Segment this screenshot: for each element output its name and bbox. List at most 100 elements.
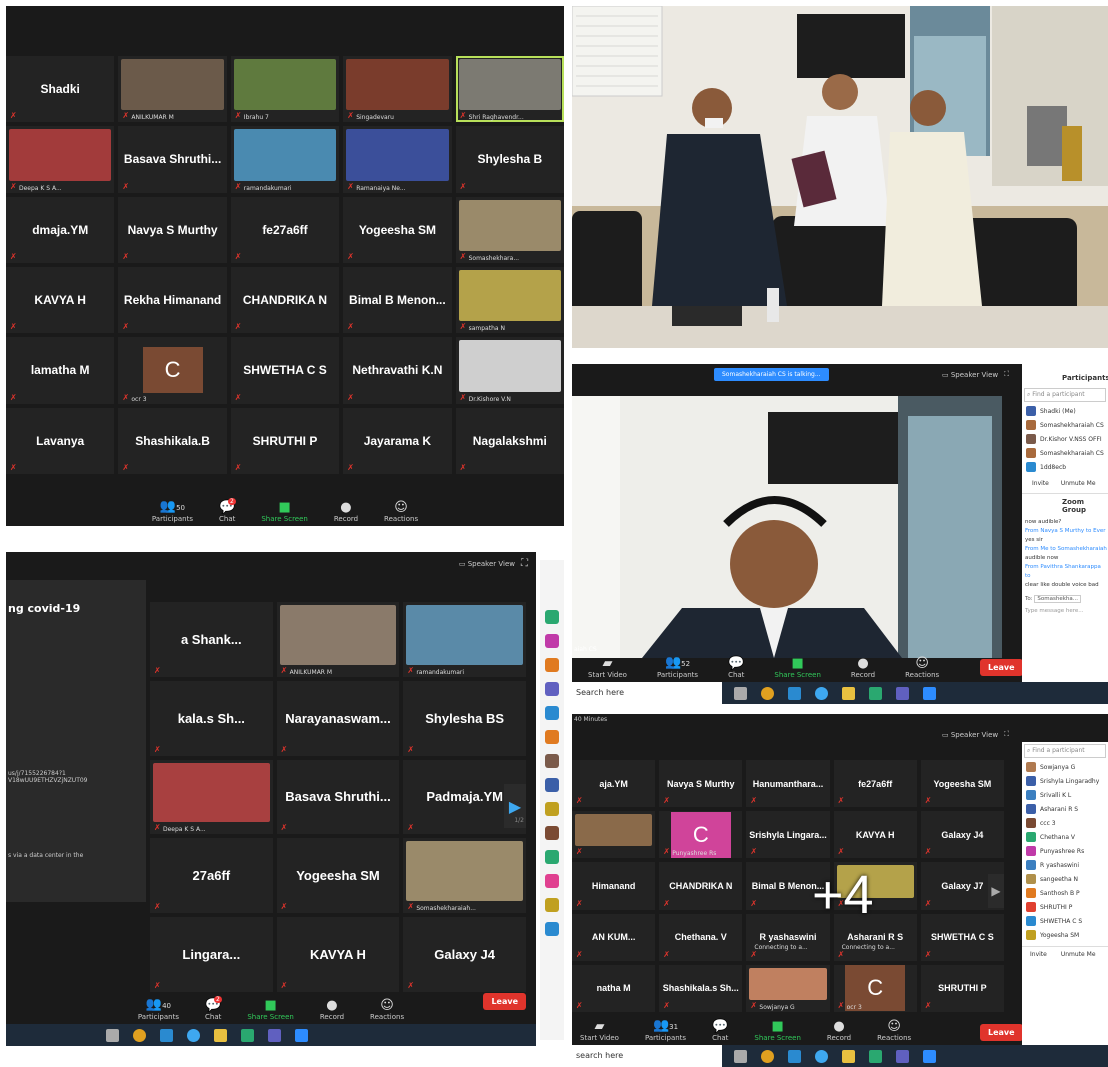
- participant-row[interactable]: R yashaswini: [1022, 858, 1108, 872]
- app-icon[interactable]: [545, 826, 559, 840]
- participant-tile[interactable]: Navya S Murthy ✗: [118, 196, 227, 263]
- share-screen-button[interactable]: ■ Share Screen: [247, 999, 294, 1022]
- participant-tile[interactable]: AN KUM... ✗: [572, 913, 656, 961]
- participant-tile[interactable]: Rekha Himanand ✗: [118, 267, 227, 334]
- participant-tile[interactable]: Yogeesha SM ✗: [920, 760, 1004, 808]
- invite-button[interactable]: Invite: [1032, 480, 1049, 487]
- chrome-icon[interactable]: [761, 1049, 774, 1063]
- reactions-button[interactable]: ☺ Reactions: [905, 657, 939, 680]
- participant-tile[interactable]: CHANDRIKA N ✗: [659, 862, 743, 910]
- start-video-button[interactable]: ▰ Start Video: [580, 1020, 619, 1043]
- share-screen-button[interactable]: ■ Share Screen: [754, 1020, 801, 1043]
- participant-tile[interactable]: ✗ Somashekharaiah...: [403, 838, 526, 914]
- app-icon[interactable]: [545, 850, 559, 864]
- share-screen-button[interactable]: ■ Share Screen: [261, 501, 308, 524]
- participant-tile[interactable]: ✗ Ramanaiya Ne...: [343, 126, 452, 193]
- speaker-view-button[interactable]: ▭ Speaker View: [942, 371, 998, 379]
- participant-tile[interactable]: Nethravathi K.N ✗: [343, 337, 452, 404]
- participant-tile[interactable]: Navya S Murthy ✗: [659, 760, 743, 808]
- participant-tile[interactable]: SHRUTHI P ✗: [920, 964, 1004, 1012]
- app-icon[interactable]: [545, 610, 559, 624]
- participant-tile[interactable]: ✗ Somashekhara...: [455, 196, 564, 263]
- participant-row[interactable]: Sowjanya G: [1022, 760, 1108, 774]
- participant-tile[interactable]: kala.s Sh... ✗: [150, 680, 273, 756]
- participant-row[interactable]: ccc 3: [1022, 816, 1108, 830]
- participant-tile[interactable]: C ✗ Punyashree Rs: [659, 811, 743, 859]
- invite-button[interactable]: Invite: [1030, 951, 1047, 958]
- unmute-button[interactable]: Unmute Me: [1061, 951, 1096, 958]
- taskbar-search-input[interactable]: Search here: [572, 682, 722, 704]
- store-icon[interactable]: [160, 1028, 173, 1042]
- reactions-button[interactable]: ☺ Reactions: [370, 999, 404, 1022]
- app-icon[interactable]: [545, 730, 559, 744]
- next-page-arrow[interactable]: ▶: [988, 874, 1004, 908]
- folder-icon[interactable]: [214, 1028, 227, 1042]
- participant-tile[interactable]: SHWETHA C S ✗: [920, 913, 1004, 961]
- participant-tile[interactable]: ✗ Ibrahu 7: [230, 56, 340, 123]
- participant-tile[interactable]: Bimal B Menon... ✗: [343, 267, 452, 334]
- participants-button[interactable]: 👥52 Participants: [657, 656, 698, 680]
- chat-button[interactable]: 💬 2 Chat: [219, 498, 236, 523]
- participant-tile[interactable]: lamatha M ✗: [6, 337, 115, 404]
- participant-tile[interactable]: ✗ Deepa K S A...: [150, 759, 273, 835]
- participant-row[interactable]: Shadki (Me): [1022, 404, 1108, 418]
- fullscreen-icon[interactable]: ⛶: [1004, 730, 1009, 739]
- participant-tile[interactable]: Srishyla Lingara... ✗: [746, 811, 830, 859]
- edge-icon[interactable]: [815, 1049, 828, 1063]
- participant-tile[interactable]: CHANDRIKA N ✗: [230, 267, 340, 334]
- chat-button[interactable]: 💬 Chat: [728, 657, 744, 680]
- chat-button[interactable]: 💬 2 Chat: [205, 996, 222, 1021]
- participant-tile[interactable]: Basava Shruthi... ✗: [118, 126, 227, 193]
- participant-tile[interactable]: Jayarama K ✗: [343, 407, 452, 474]
- participant-row[interactable]: Santhosh B P: [1022, 886, 1108, 900]
- participant-row[interactable]: Srivalli K L: [1022, 788, 1108, 802]
- store-icon[interactable]: [788, 686, 801, 700]
- app-icon[interactable]: [545, 802, 559, 816]
- participant-tile[interactable]: ✗ ANILKUMAR M: [118, 56, 227, 123]
- participant-tile[interactable]: Shylesha B ✗: [455, 126, 564, 193]
- participant-tile[interactable]: Shashikala.B ✗: [118, 407, 227, 474]
- participant-tile[interactable]: Lavanya ✗: [6, 407, 115, 474]
- app-icon[interactable]: [545, 634, 559, 648]
- app-icon[interactable]: [869, 686, 882, 700]
- taskbar-search-input[interactable]: search here: [572, 1045, 722, 1067]
- edge-icon[interactable]: [187, 1028, 200, 1042]
- leave-button[interactable]: Leave: [483, 993, 526, 1010]
- participant-tile[interactable]: ✗ Shri Raghavendr...: [455, 56, 564, 123]
- participant-tile[interactable]: fe27a6ff ✗: [230, 196, 340, 263]
- store-icon[interactable]: [788, 1049, 801, 1063]
- app-icon[interactable]: [241, 1028, 254, 1042]
- record-button[interactable]: ● Record: [827, 1020, 851, 1043]
- participant-tile[interactable]: C ✗ ocr 3: [833, 964, 917, 1012]
- participant-tile[interactable]: ✗ Dr.Kishore V.N: [455, 337, 564, 404]
- chat-input[interactable]: Type message here...: [1022, 602, 1108, 620]
- participant-row[interactable]: SHWETHA C S: [1022, 914, 1108, 928]
- participant-tile[interactable]: ✗ ANILKUMAR M: [276, 602, 400, 677]
- teams-icon[interactable]: [896, 1049, 909, 1063]
- participant-tile[interactable]: natha M ✗: [572, 964, 656, 1012]
- zoom-icon[interactable]: [295, 1028, 308, 1042]
- speaker-view-button[interactable]: ▭ Speaker View: [942, 731, 998, 739]
- zoom-icon[interactable]: [923, 686, 936, 700]
- folder-icon[interactable]: [842, 1049, 855, 1063]
- participant-tile[interactable]: Yogeesha SM ✗: [343, 196, 452, 263]
- participants-button[interactable]: 👥40 Participants: [138, 998, 179, 1022]
- participant-row[interactable]: Asharani R S: [1022, 802, 1108, 816]
- participant-tile[interactable]: Basava Shruthi... ✗: [276, 759, 400, 835]
- participant-tile[interactable]: ✗ ramandakumari: [230, 126, 340, 193]
- participant-tile[interactable]: ✗ Sowjanya G: [746, 964, 830, 1012]
- app-icon[interactable]: [545, 922, 559, 936]
- participant-tile[interactable]: SHRUTHI P ✗: [230, 407, 340, 474]
- participant-tile[interactable]: Shylesha BS ✗: [403, 680, 526, 756]
- participant-tile[interactable]: Shashikala.s Sh... ✗: [659, 964, 743, 1012]
- app-icon[interactable]: [545, 898, 559, 912]
- participant-row[interactable]: Srishyla Lingaradhy: [1022, 774, 1108, 788]
- participant-row[interactable]: Yogeesha SM: [1022, 928, 1108, 942]
- participant-tile[interactable]: Narayanaswam... ✗: [276, 680, 400, 756]
- app-icon[interactable]: [545, 874, 559, 888]
- app-icon[interactable]: [545, 658, 559, 672]
- record-button[interactable]: ● Record: [320, 999, 344, 1022]
- participant-row[interactable]: sangeetha N: [1022, 872, 1108, 886]
- find-participant-input[interactable]: ⌕ Find a participant: [1024, 388, 1106, 402]
- teams-icon[interactable]: [896, 686, 909, 700]
